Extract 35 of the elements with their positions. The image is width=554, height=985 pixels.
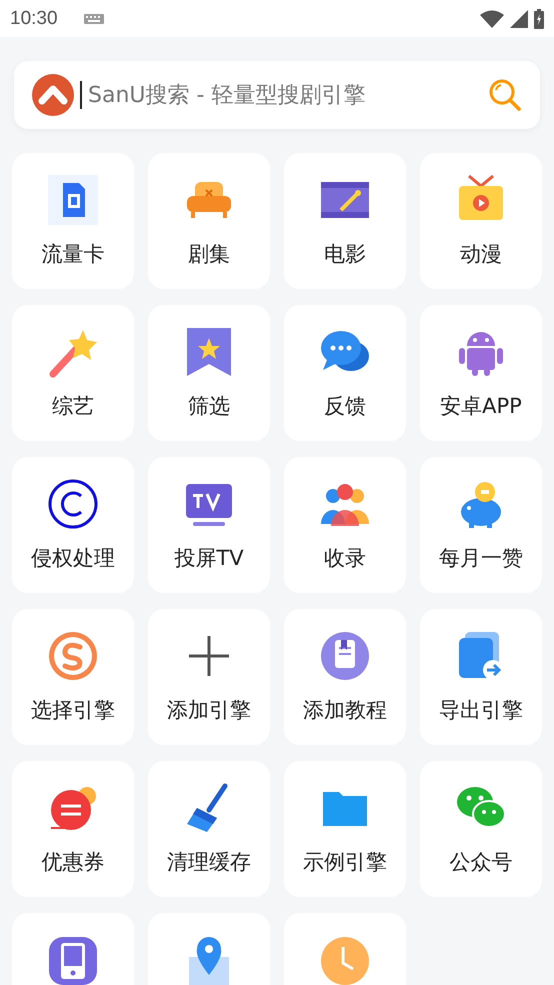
grid-tile[interactable]: 公众号 [420, 761, 542, 897]
logo-icon [32, 74, 74, 116]
clock-icon [319, 935, 371, 985]
sim-card-icon [47, 174, 99, 226]
battery-icon [534, 8, 544, 28]
grid-tile[interactable]: 投屏TV [148, 457, 270, 593]
grid-tile[interactable]: 流量卡 [12, 153, 134, 289]
grid-tile[interactable]: 筛选 [148, 305, 270, 441]
grid-tile[interactable]: 优惠券 [12, 761, 134, 897]
clock-time: 10:30 [10, 8, 58, 30]
grid-tile[interactable]: 添加教程 [284, 609, 406, 745]
wifi-icon [480, 10, 504, 28]
grid-tile[interactable]: 动漫 [420, 153, 542, 289]
copyright-icon [47, 478, 99, 530]
search-field[interactable]: SanU搜索 - 轻量型搜剧引擎 [88, 82, 482, 108]
grid-tile[interactable]: 导出引擎 [420, 609, 542, 745]
swirl-icon [47, 630, 99, 682]
grid-tile[interactable]: 清理缓存 [148, 761, 270, 897]
grid-tile[interactable]: 收录 [284, 457, 406, 593]
keyboard-icon [84, 14, 104, 24]
signal-icon [510, 10, 528, 28]
grid-tile[interactable]: 反馈 [284, 305, 406, 441]
grid-tile[interactable]: 安卓APP [420, 305, 542, 441]
search-icon[interactable] [488, 78, 522, 112]
search-bar[interactable]: SanU搜索 - 轻量型搜剧引擎 [14, 61, 540, 129]
grid-tile[interactable]: 综艺 [12, 305, 134, 441]
grid-tile[interactable]: 剧集 [148, 153, 270, 289]
grid-tile[interactable]: 选择引擎 [12, 609, 134, 745]
grid-tile[interactable]: 电影 [284, 153, 406, 289]
grid-tile[interactable]: 侵权处理 [12, 457, 134, 593]
grid-tile[interactable]: 示例引擎 [284, 761, 406, 897]
grid-tile[interactable]: 每月一赞 [420, 457, 542, 593]
document-icon [319, 630, 371, 682]
grid-tile[interactable]: 添加引擎 [148, 609, 270, 745]
phone-icon [47, 935, 99, 985]
